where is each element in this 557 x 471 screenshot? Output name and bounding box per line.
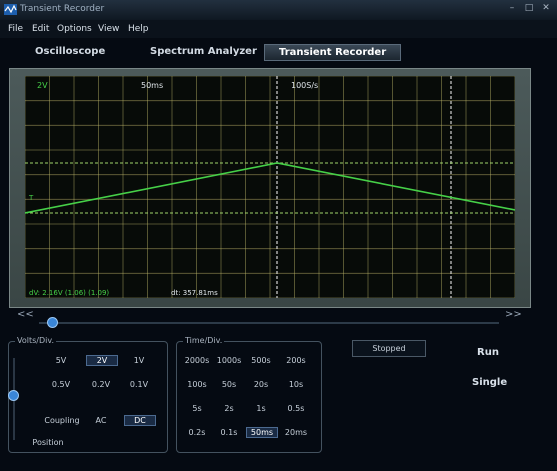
position-label: Position [32,438,64,447]
time-option-100s[interactable]: 100s [182,380,212,389]
scope-time-label: 50ms [141,81,163,90]
volts-option-1v[interactable]: 1V [124,356,154,365]
close-button[interactable]: ✕ [539,3,553,13]
scope-readout-dt: dt: 357.81ms [171,289,218,297]
tab-oscilloscope[interactable]: Oscilloscope [35,46,105,57]
tab-spectrum-analyzer[interactable]: Spectrum Analyzer [150,46,257,57]
time-option-500s[interactable]: 500s [246,356,276,365]
scroll-thumb[interactable] [47,317,58,328]
time-option-20ms[interactable]: 20ms [281,428,311,437]
time-option-5s[interactable]: 5s [182,404,212,413]
position-slider-thumb[interactable] [8,390,19,401]
volts-div-title: Volts/Div. [15,336,57,345]
mode-tabs: Oscilloscope Spectrum Analyzer Transient… [0,40,557,66]
menu-edit[interactable]: Edit [32,24,49,34]
scroll-left-icon[interactable]: << [17,309,34,320]
time-option-200s[interactable]: 200s [281,356,311,365]
time-option-0-1s[interactable]: 0.1s [214,428,244,437]
maximize-button[interactable]: □ [522,3,536,13]
coupling-label: Coupling [44,416,80,425]
scroll-right-icon[interactable]: >> [505,309,522,320]
tab-transient-recorder[interactable]: Transient Recorder [264,44,402,61]
volts-option-2v[interactable]: 2V [86,355,118,366]
volts-option-0-5v[interactable]: 0.5V [46,380,76,389]
scope-display[interactable]: T 2V 50ms 100S/s dV: 2.16V (1.06) (1.09)… [25,76,515,298]
minimize-button[interactable]: – [505,3,519,13]
status-display: Stopped [352,340,426,357]
time-option-50ms[interactable]: 50ms [246,427,278,438]
scope-grid [25,76,515,298]
scope-volts-label: 2V [37,81,48,90]
app-icon [4,4,17,15]
time-option-0-5s[interactable]: 0.5s [281,404,311,413]
time-option-0-2s[interactable]: 0.2s [182,428,212,437]
time-option-50s[interactable]: 50s [214,380,244,389]
time-option-10s[interactable]: 10s [281,380,311,389]
menu-file[interactable]: File [8,24,23,34]
time-option-1000s[interactable]: 1000s [214,356,244,365]
volts-option-0-1v[interactable]: 0.1V [124,380,154,389]
trigger-level-marker: T [28,194,34,202]
scope-scrollbar: << >> [9,306,529,328]
coupling-dc-option[interactable]: DC [124,415,156,426]
time-option-2000s[interactable]: 2000s [182,356,212,365]
menu-bar: File Edit Options View Help [0,20,557,38]
volts-option-0-2v[interactable]: 0.2V [86,380,116,389]
menu-options[interactable]: Options [57,24,92,34]
time-option-1s[interactable]: 1s [246,404,276,413]
menu-help[interactable]: Help [128,24,149,34]
run-button[interactable]: Run [477,347,499,358]
title-bar: Transient Recorder – □ ✕ [0,0,557,20]
time-option-20s[interactable]: 20s [246,380,276,389]
window-title: Transient Recorder [20,4,105,14]
time-div-title: Time/Div. [183,336,225,345]
menu-view[interactable]: View [98,24,119,34]
single-button[interactable]: Single [472,377,507,388]
scroll-track[interactable] [39,322,499,324]
scope-rate-label: 100S/s [291,81,318,90]
scope-readout-dv: dV: 2.16V (1.06) (1.09) [29,289,109,297]
coupling-ac-option[interactable]: AC [86,416,116,425]
volts-option-5v[interactable]: 5V [46,356,76,365]
time-option-2s[interactable]: 2s [214,404,244,413]
